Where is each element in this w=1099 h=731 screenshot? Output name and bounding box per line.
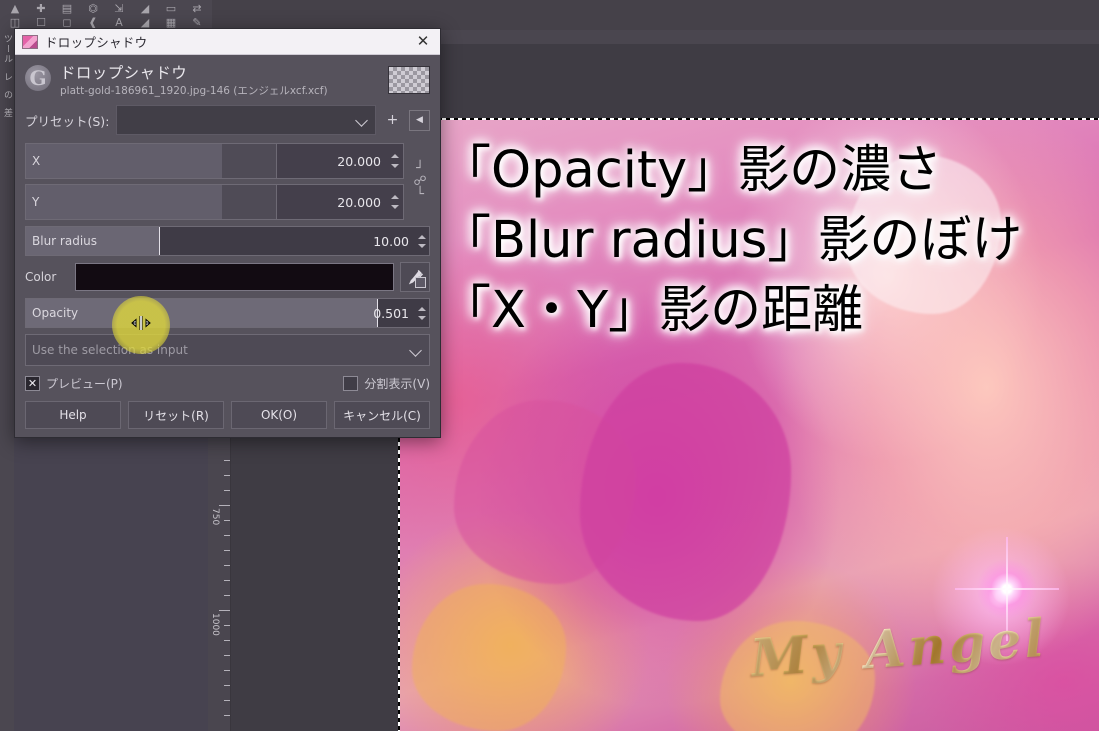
crop-icon[interactable]: ⏣ [80,1,106,15]
chevron-down-icon[interactable] [417,315,426,320]
dock-tab-2[interactable]: の [0,86,14,104]
preset-label: プリセット(S): [25,113,110,129]
close-icon[interactable]: ✕ [410,30,436,53]
drop-shadow-dialog: ドロップシャドウ ✕ G ドロップシャドウ platt-gold-186961_… [14,28,441,438]
paths-icon[interactable]: ❰ [80,15,106,29]
perspective-icon[interactable]: ▭ [158,1,184,15]
dialog-title: ドロップシャドウ [45,35,148,50]
checkbox-row: ✕ プレビュー(P) ✕ 分割表示(V) [25,375,430,392]
bucket-fill-icon[interactable]: ◢ [132,15,158,29]
selection-input-dropdown[interactable]: Use the selection as input [25,334,430,366]
cage-icon[interactable]: ◫ [2,15,28,29]
split-view-label[interactable]: 分割表示(V) [364,375,430,392]
color-label: Color [25,270,57,284]
ok-button[interactable]: OK(O) [231,401,327,429]
text-icon[interactable]: A [106,15,132,29]
y-spinner[interactable]: Y 20.000 [25,184,404,220]
preset-row: プリセット(S): + ◀ [25,105,430,135]
y-stepper[interactable] [387,185,403,219]
toolbox: ▲ ✚ ▤ ⏣ ⇲ ◢ ▭ ⇄ ◫ ☐ ◻ ❰ A ◢ ▦ ✎ [0,0,212,30]
preview-label[interactable]: プレビュー(P) [46,375,123,392]
chevron-up-icon[interactable] [417,234,426,239]
dialog-button-row: Help リセット(R) OK(O) キャンセル(C) [25,401,430,429]
blur-radius-label: Blur radius [32,234,98,248]
dialog-titlebar[interactable]: ドロップシャドウ ✕ [15,29,440,55]
cancel-button[interactable]: キャンセル(C) [334,401,430,429]
dock-tab-3[interactable]: 差 [0,104,14,122]
rotate-icon[interactable]: ⇲ [106,1,132,15]
overlay-line-2: 「Blur radius」影のぼけ [440,211,1023,270]
gradient-icon[interactable]: ▦ [158,15,184,29]
opacity-slider[interactable]: Opacity 0.501 [25,298,430,328]
y-value[interactable]: 20.000 [276,185,387,219]
opacity-label: Opacity [32,306,79,320]
overlay-line-3: 「X・Y」影の距離 [440,281,864,340]
color-pip [415,277,426,288]
color-row: Color [25,262,430,292]
blur-radius-slider[interactable]: Blur radius 10.00 [25,226,430,256]
chevron-down-icon[interactable] [417,243,426,248]
x-spinner[interactable]: X 20.000 [25,143,404,179]
chain-link-icon[interactable]: ┘ ☍ └ [410,143,430,220]
xy-group: X 20.000 Y 20.000 ┘ ☍ └ [25,143,430,220]
x-stepper[interactable] [387,144,403,178]
filter-subject: platt-gold-186961_1920.jpg-146 (エンジェルxcf… [60,85,328,97]
image-thumbnail-icon [22,34,38,49]
left-dock: ツール レ の 差 [0,30,15,731]
checkerboard-thumbnail-icon [388,66,430,94]
handle-transform-icon[interactable]: ☐ [28,15,54,29]
shear-icon[interactable]: ◢ [132,1,158,15]
opacity-value[interactable]: 0.501 [373,299,414,327]
pencil-icon[interactable]: ✎ [184,15,210,29]
image-overlay-text: 「Opacity」影の濃さ 「Blur radius」影のぼけ 「X・Y」影の距… [440,136,1080,346]
chevron-up-icon[interactable] [417,306,426,311]
chevron-down-icon [409,343,423,357]
chevron-down-icon[interactable] [391,164,399,168]
split-view-checkbox[interactable]: ✕ [343,376,359,391]
align-icon[interactable]: ▤ [54,1,80,15]
dock-tab-1[interactable]: レ [0,68,14,86]
gimp-application-window: ▲ ✚ ▤ ⏣ ⇲ ◢ ▭ ⇄ ◫ ☐ ◻ ❰ A ◢ ▦ ✎ ツール レ の … [0,0,1099,731]
transform-icon[interactable]: ▲ [2,1,28,15]
flip-icon[interactable]: ⇄ [184,1,210,15]
dialog-header: G ドロップシャドウ platt-gold-186961_1920.jpg-14… [15,55,440,105]
chevron-down-icon [355,113,369,127]
blur-radius-stepper[interactable] [414,227,429,255]
warp-icon[interactable]: ◻ [54,15,80,29]
gimp-logo-icon: G [25,65,51,91]
chevron-down-icon[interactable] [391,205,399,209]
blur-radius-value[interactable]: 10.00 [373,227,414,255]
filter-name: ドロップシャドウ [60,64,188,82]
opacity-stepper[interactable] [414,299,429,327]
reset-button[interactable]: リセット(R) [128,401,224,429]
preset-dropdown[interactable] [116,105,376,135]
selection-input-label: Use the selection as input [32,343,188,357]
y-label: Y [32,195,40,209]
ruler-label-1000: 1000 [210,613,220,636]
color-swatch[interactable] [75,263,394,291]
x-value[interactable]: 20.000 [276,144,387,178]
image-canvas[interactable]: 「Opacity」影の濃さ 「Blur radius」影のぼけ 「X・Y」影の距… [398,118,1099,731]
dialog-body: プリセット(S): + ◀ X 20.000 Y 20.000 ┘ ☍ └ Bl… [15,105,440,437]
ruler-label-750: 750 [210,508,220,526]
overlay-line-1: 「Opacity」影の濃さ [440,141,943,200]
move-icon[interactable]: ✚ [28,1,54,15]
help-button[interactable]: Help [25,401,121,429]
dock-tab-0[interactable]: ツール [0,30,14,68]
chevron-up-icon[interactable] [391,195,399,199]
eyedropper-icon[interactable] [400,262,430,292]
add-preset-button[interactable]: + [383,111,402,130]
x-label: X [32,154,41,168]
preset-menu-button[interactable]: ◀ [409,109,430,131]
chevron-up-icon[interactable] [391,154,399,158]
preview-checkbox[interactable]: ✕ [25,376,40,391]
